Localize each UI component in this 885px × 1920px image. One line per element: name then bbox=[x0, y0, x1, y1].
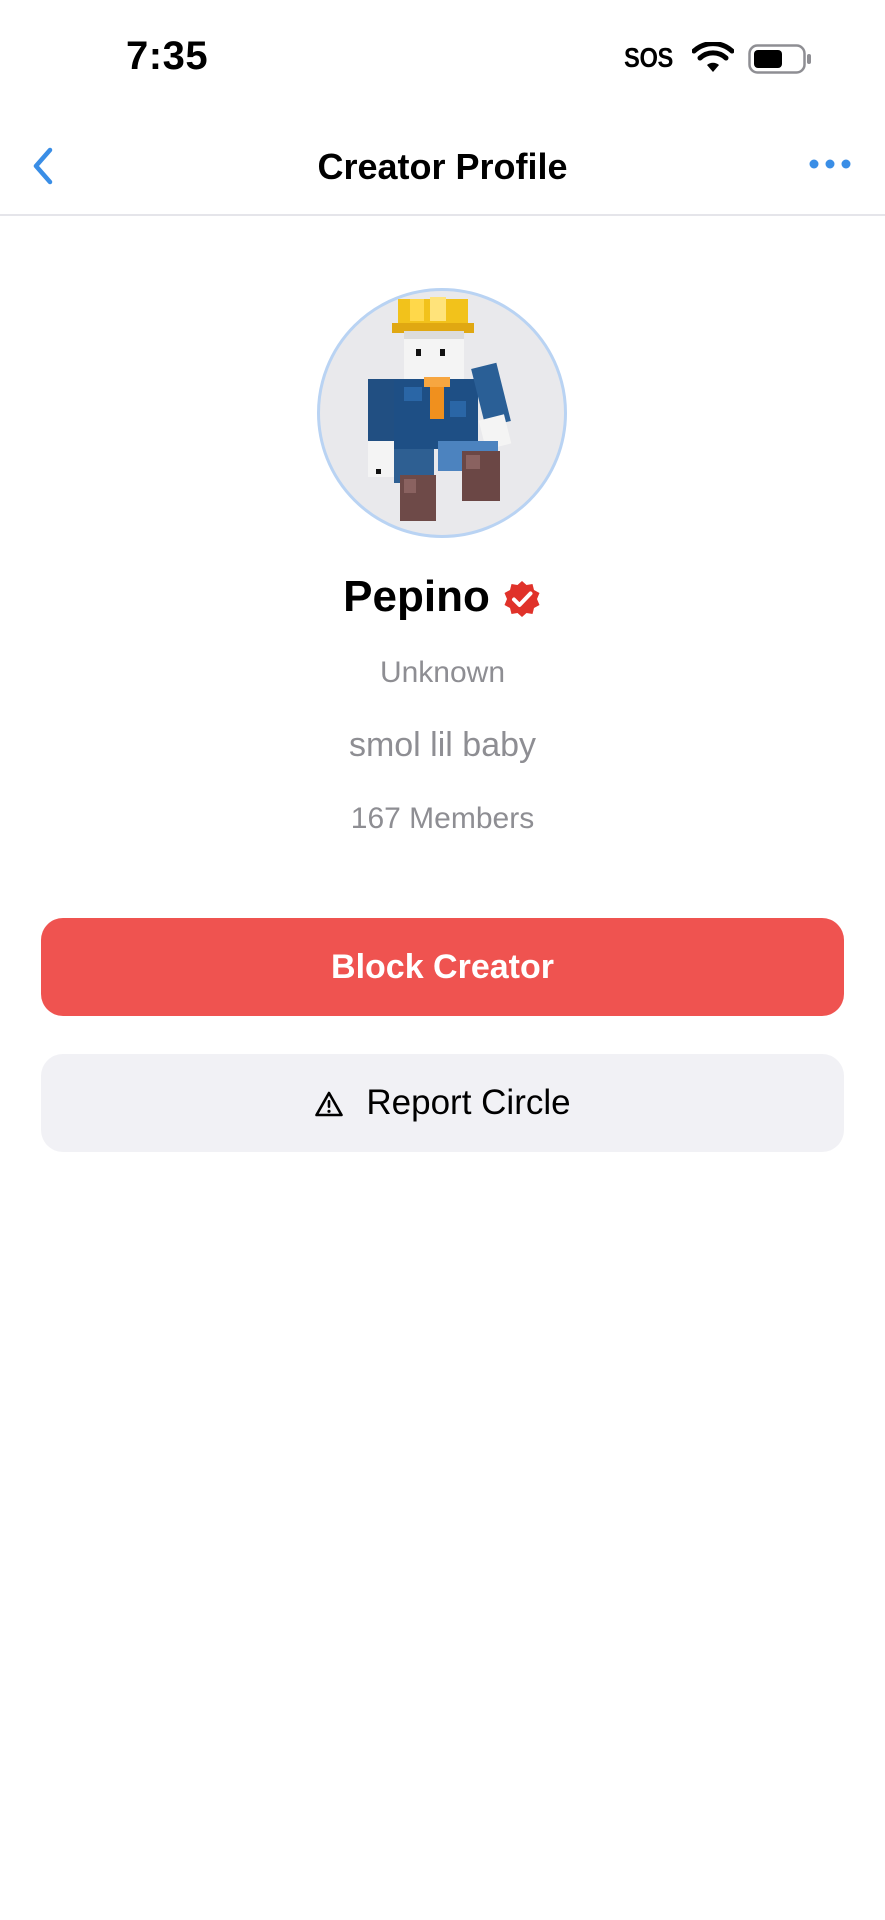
battery-icon bbox=[748, 44, 811, 74]
navigation-bar: Creator Profile bbox=[0, 110, 885, 216]
block-creator-label: Block Creator bbox=[331, 947, 554, 986]
report-circle-label: Report Circle bbox=[366, 1083, 571, 1122]
creator-name: Pepino bbox=[343, 572, 490, 621]
creator-bio: smol lil baby bbox=[348, 726, 537, 764]
sos-indicator: SOS bbox=[624, 42, 673, 73]
page-title: Creator Profile bbox=[317, 146, 568, 187]
report-circle-button[interactable]: Report Circle bbox=[41, 1054, 844, 1152]
warning-triangle-icon bbox=[315, 1091, 344, 1117]
status-bar: 7:35 SOS bbox=[0, 0, 885, 110]
status-time: 7:35 bbox=[126, 34, 209, 78]
minecraft-character-avatar bbox=[368, 297, 512, 521]
creator-location: Unknown bbox=[379, 656, 506, 689]
member-count: 167 Members bbox=[350, 802, 535, 835]
creator-avatar bbox=[317, 288, 567, 538]
name-row: Pepino bbox=[0, 565, 885, 629]
verified-badge-icon bbox=[504, 581, 540, 617]
ellipsis-icon[interactable] bbox=[808, 152, 852, 176]
block-creator-button[interactable]: Block Creator bbox=[41, 918, 844, 1016]
wifi-icon bbox=[692, 42, 734, 72]
